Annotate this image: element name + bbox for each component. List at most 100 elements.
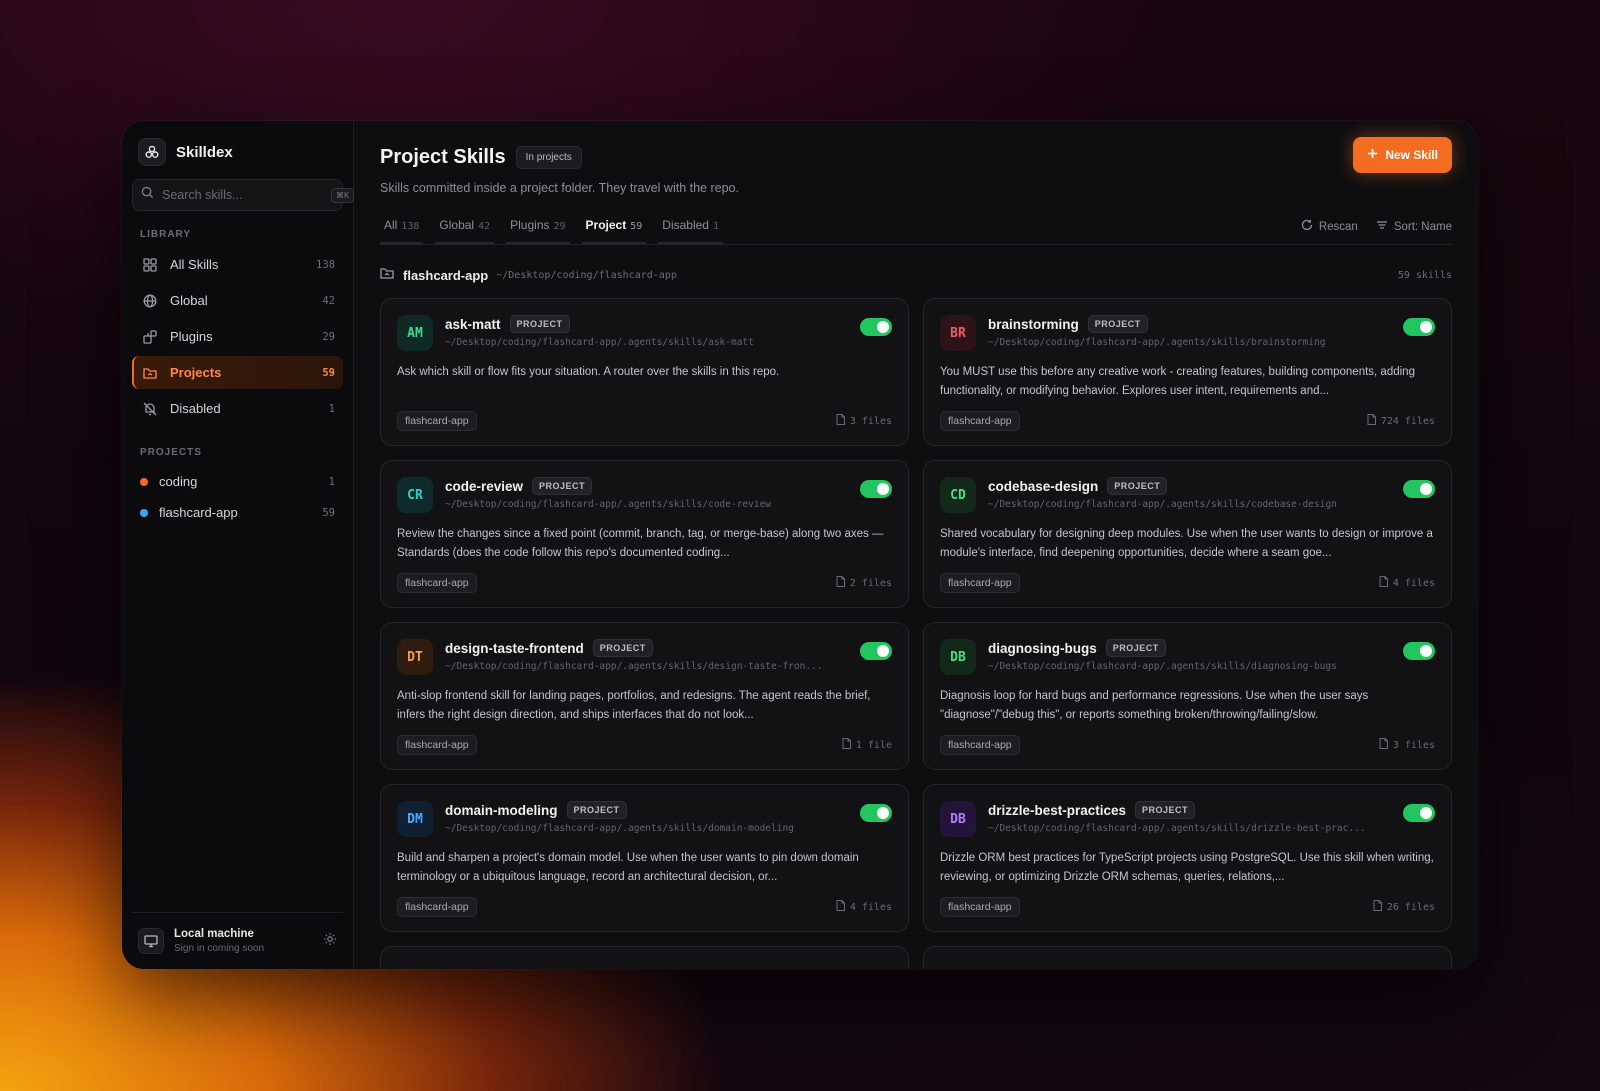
- sort-icon: [1376, 219, 1388, 234]
- file-icon: [842, 738, 851, 752]
- tab-project[interactable]: Project 59: [581, 218, 647, 244]
- card-header: CD codebase-design PROJECT ~/Desktop/cod…: [940, 477, 1435, 513]
- skill-card[interactable]: DB drizzle-best-practices PROJECT ~/Desk…: [923, 784, 1452, 932]
- project-tag[interactable]: flashcard-app: [397, 897, 477, 917]
- file-count: 26 files: [1373, 900, 1435, 914]
- card-title-row: codebase-design PROJECT: [988, 477, 1385, 495]
- card-info: code-review PROJECT ~/Desktop/coding/fla…: [445, 477, 892, 510]
- plugin-icon: [142, 329, 158, 345]
- skill-card[interactable]: DT design-taste-frontend PROJECT ~/Deskt…: [380, 622, 909, 770]
- sidebar-project-flashcard-app[interactable]: flashcard-app 59: [132, 497, 343, 528]
- group-path: ~/Desktop/coding/flashcard-app: [496, 269, 677, 281]
- project-tag[interactable]: flashcard-app: [940, 897, 1020, 917]
- tab-label: Plugins: [510, 218, 550, 232]
- search-input[interactable]: [162, 188, 323, 202]
- project-tag[interactable]: flashcard-app: [397, 735, 477, 755]
- project-tag[interactable]: flashcard-app: [397, 573, 477, 593]
- skill-path: ~/Desktop/coding/flashcard-app/.agents/s…: [988, 823, 1366, 834]
- skill-enabled-toggle[interactable]: [1403, 642, 1435, 660]
- sidebar-item-label: Disabled: [170, 401, 221, 416]
- skill-enabled-toggle[interactable]: [860, 804, 892, 822]
- skill-enabled-toggle[interactable]: [1403, 318, 1435, 336]
- skill-description: Review the changes since a fixed point (…: [397, 528, 884, 559]
- skill-path: ~/Desktop/coding/flashcard-app/.agents/s…: [445, 499, 772, 510]
- skill-path: ~/Desktop/coding/flashcard-app/.agents/s…: [445, 337, 754, 348]
- project-badge: PROJECT: [592, 639, 653, 657]
- skill-description: Anti-slop frontend skill for landing pag…: [397, 690, 871, 721]
- plus-icon: [1367, 148, 1378, 162]
- monitor-icon: [138, 928, 164, 954]
- gear-icon[interactable]: [323, 932, 337, 951]
- project-color-dot: [140, 477, 148, 486]
- project-tag[interactable]: flashcard-app: [940, 411, 1020, 431]
- search-box[interactable]: ⌘K: [132, 179, 355, 211]
- sidebar-project-coding[interactable]: coding 1: [132, 466, 343, 497]
- project-color-dot: [140, 508, 148, 517]
- sidebar-item-label: Plugins: [170, 329, 213, 344]
- skill-card[interactable]: CD codebase-design PROJECT ~/Desktop/cod…: [923, 460, 1452, 608]
- grid-icon: [142, 257, 158, 273]
- card-title-row: diagnosing-bugs PROJECT: [988, 639, 1385, 657]
- skilldex-logo-icon: [138, 138, 166, 166]
- tab-all[interactable]: All 138: [380, 218, 424, 244]
- skill-card[interactable]: DM domain-modeling PROJECT ~/Desktop/cod…: [380, 784, 909, 932]
- brand: Skilldex: [132, 137, 343, 167]
- project-tag[interactable]: flashcard-app: [397, 411, 477, 431]
- file-icon: [1379, 738, 1388, 752]
- skill-card[interactable]: [923, 946, 1452, 969]
- sidebar-item-disabled[interactable]: Disabled 1: [132, 392, 343, 425]
- card-footer: flashcard-app 4 files: [940, 573, 1435, 593]
- card-footer: flashcard-app 2 files: [397, 573, 892, 593]
- card-info: drizzle-best-practices PROJECT ~/Desktop…: [988, 801, 1435, 834]
- project-badge: PROJECT: [509, 315, 570, 333]
- tab-global[interactable]: Global 42: [435, 218, 495, 244]
- skill-enabled-toggle[interactable]: [1403, 480, 1435, 498]
- project-badge: PROJECT: [1105, 639, 1166, 657]
- skill-enabled-toggle[interactable]: [1403, 804, 1435, 822]
- skill-card[interactable]: DB diagnosing-bugs PROJECT ~/Desktop/cod…: [923, 622, 1452, 770]
- sidebar-item-label: All Skills: [170, 257, 219, 272]
- main-content: Project Skills In projects New Skill Ski…: [354, 121, 1478, 969]
- card-header: DM domain-modeling PROJECT ~/Desktop/cod…: [397, 801, 892, 837]
- tab-disabled[interactable]: Disabled 1: [658, 218, 724, 244]
- sidebar-item-projects[interactable]: Projects 59: [132, 356, 343, 389]
- filter-tabs: All 138 Global 42 Plugins 29 Project 59 …: [380, 215, 1452, 245]
- project-tag[interactable]: flashcard-app: [940, 735, 1020, 755]
- search-shortcut: ⌘K: [331, 187, 355, 203]
- skill-enabled-toggle[interactable]: [860, 480, 892, 498]
- file-count: 4 files: [1379, 576, 1435, 590]
- skill-description: Shared vocabulary for designing deep mod…: [940, 528, 1433, 559]
- rescan-button[interactable]: Rescan: [1301, 219, 1358, 234]
- card-title-row: brainstorming PROJECT: [988, 315, 1385, 333]
- skill-card[interactable]: [380, 946, 909, 969]
- tab-count: 138: [401, 221, 420, 232]
- tab-plugins[interactable]: Plugins 29: [506, 218, 570, 244]
- card-header: BR brainstorming PROJECT ~/Desktop/codin…: [940, 315, 1435, 351]
- page-title: Project Skills: [380, 145, 506, 168]
- card-footer: flashcard-app 724 files: [940, 411, 1435, 431]
- skill-description: Drizzle ORM best practices for TypeScrip…: [940, 852, 1434, 883]
- skill-avatar: CR: [397, 477, 433, 513]
- sidebar-item-all-skills[interactable]: All Skills 138: [132, 248, 343, 281]
- skill-avatar: BR: [940, 315, 976, 351]
- app-window: Skilldex ⌘K LIBRARY All Skills 138: [122, 121, 1478, 969]
- skill-card[interactable]: AM ask-matt PROJECT ~/Desktop/coding/fla…: [380, 298, 909, 446]
- sidebar-item-count: 29: [322, 330, 335, 343]
- skill-enabled-toggle[interactable]: [860, 642, 892, 660]
- library-section-label: LIBRARY: [140, 229, 192, 240]
- skill-avatar: AM: [397, 315, 433, 351]
- new-skill-button[interactable]: New Skill: [1353, 137, 1452, 173]
- file-count: 3 files: [1379, 738, 1435, 752]
- sidebar-item-global[interactable]: Global 42: [132, 284, 343, 317]
- skill-avatar: CD: [940, 477, 976, 513]
- refresh-icon: [1301, 219, 1313, 234]
- project-tag[interactable]: flashcard-app: [940, 573, 1020, 593]
- sort-button[interactable]: Sort: Name: [1376, 219, 1452, 234]
- skill-enabled-toggle[interactable]: [860, 318, 892, 336]
- skill-card[interactable]: CR code-review PROJECT ~/Desktop/coding/…: [380, 460, 909, 608]
- sidebar-item-plugins[interactable]: Plugins 29: [132, 320, 343, 353]
- skill-card[interactable]: BR brainstorming PROJECT ~/Desktop/codin…: [923, 298, 1452, 446]
- group-count: 59 skills: [1397, 269, 1452, 281]
- card-title-row: code-review PROJECT: [445, 477, 842, 495]
- skills-grid: AM ask-matt PROJECT ~/Desktop/coding/fla…: [380, 298, 1452, 969]
